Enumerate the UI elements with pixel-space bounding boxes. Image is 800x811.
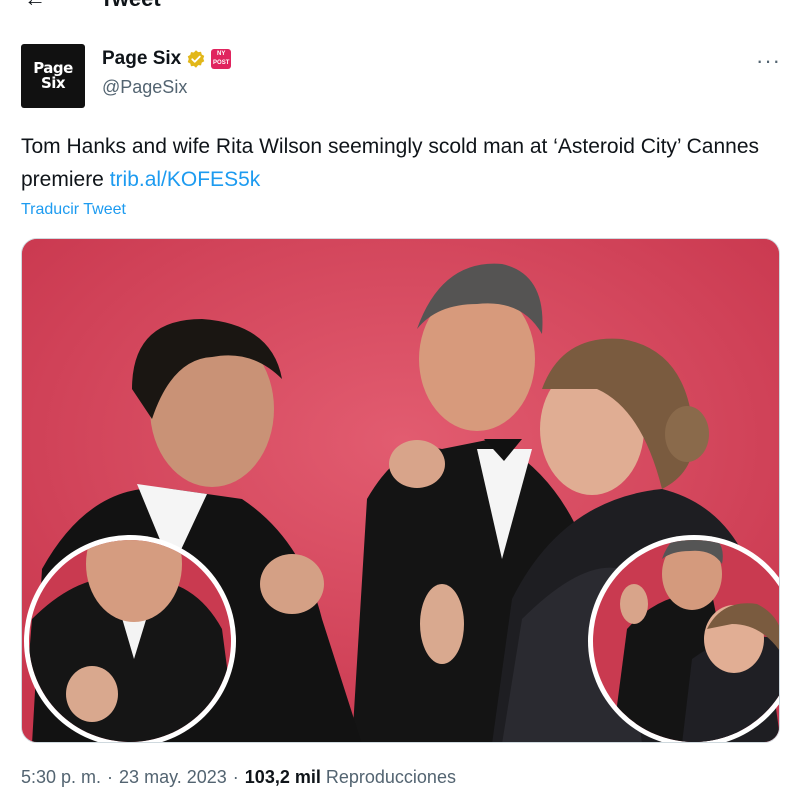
page-title: Tweet <box>100 0 161 12</box>
tweet-photo[interactable] <box>21 238 780 743</box>
back-arrow-icon[interactable]: ← <box>24 0 46 12</box>
affiliate-badge-text: NY POST <box>213 51 230 66</box>
photo-illustration <box>22 239 779 742</box>
top-bar: ← Tweet <box>0 0 800 14</box>
tweet-meta: 5:30 p. m. · 23 may. 2023 · 103,2 mil Re… <box>21 767 456 788</box>
views-count: 103,2 mil <box>244 767 321 787</box>
affiliate-badge-icon[interactable]: NY POST <box>211 49 232 69</box>
author-name-row: Page Six NY POST <box>102 48 232 70</box>
avatar-text-line2: Six <box>40 74 66 92</box>
tweet-time[interactable]: 5:30 p. m. <box>21 767 101 788</box>
views-label: Reproducciones <box>325 767 456 787</box>
author-name[interactable]: Page Six <box>102 48 181 70</box>
meta-separator: · <box>107 767 114 787</box>
meta-separator: · <box>232 767 239 787</box>
tweet-link[interactable]: trib.al/KOFES5k <box>110 168 261 191</box>
more-options-icon[interactable]: ··· <box>756 48 781 74</box>
avatar[interactable]: Page Six <box>21 44 85 108</box>
translate-tweet-link[interactable]: Traducir Tweet <box>21 201 126 219</box>
tweet-date[interactable]: 23 may. 2023 <box>119 767 227 788</box>
tweet-text: Tom Hanks and wife Rita Wilson seemingly… <box>21 130 781 196</box>
gold-verified-badge-icon <box>187 50 205 68</box>
author-handle[interactable]: @PageSix <box>102 77 187 98</box>
